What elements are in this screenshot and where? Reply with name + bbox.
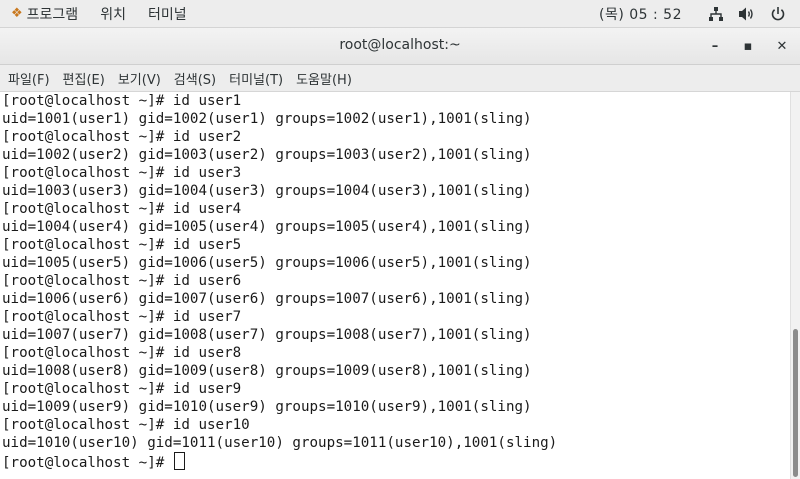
terminal-line: uid=1006(user6) gid=1007(user6) groups=1… <box>2 291 532 307</box>
terminal-line: [root@localhost ~]# id user9 <box>2 381 242 397</box>
terminal-line: uid=1003(user3) gid=1004(user3) groups=1… <box>2 183 532 199</box>
menu-terminal[interactable]: 터미널(T) <box>221 69 288 88</box>
terminal-line: uid=1010(user10) gid=1011(user10) groups… <box>2 435 558 451</box>
terminal-line: uid=1009(user9) gid=1010(user9) groups=1… <box>2 399 532 415</box>
menu-view[interactable]: 보기(V) <box>110 69 166 88</box>
terminal-menubar: 파일(F) 편집(E) 보기(V) 검색(S) 터미널(T) 도움말(H) <box>0 65 800 92</box>
menu-search[interactable]: 검색(S) <box>166 69 221 88</box>
terminal-line: [root@localhost ~]# id user4 <box>2 201 242 217</box>
window-titlebar[interactable]: root@localhost:~ – ▪ ✕ <box>0 28 800 65</box>
applications-menu[interactable]: ❖ 프로그램 <box>0 4 89 24</box>
terminal-line: [root@localhost ~]# id user7 <box>2 309 242 325</box>
places-menu[interactable]: 위치 <box>89 4 137 24</box>
menu-edit[interactable]: 편집(E) <box>55 69 110 88</box>
terminal-line: uid=1005(user5) gid=1006(user5) groups=1… <box>2 255 532 271</box>
terminal-line: [root@localhost ~]# id user2 <box>2 129 242 145</box>
terminal-line: uid=1004(user4) gid=1005(user4) groups=1… <box>2 219 532 235</box>
terminal-line: uid=1002(user2) gid=1003(user2) groups=1… <box>2 147 532 163</box>
terminal-line: uid=1008(user8) gid=1009(user8) groups=1… <box>2 363 532 379</box>
menu-help[interactable]: 도움말(H) <box>288 69 357 88</box>
system-top-bar: ❖ 프로그램 위치 터미널 (목) 05 : 52 <box>0 0 800 28</box>
applications-label: 프로그램 <box>26 6 79 23</box>
close-button[interactable]: ✕ <box>770 34 794 58</box>
prompt-line[interactable]: [root@localhost ~]# <box>0 452 790 471</box>
terminal-line: [root@localhost ~]# id user10 <box>2 417 250 433</box>
terminal-line: [root@localhost ~]# id user1 <box>2 93 242 109</box>
applications-icon: ❖ <box>11 6 23 21</box>
clock[interactable]: (목) 05 : 52 <box>599 4 682 24</box>
terminal-line: uid=1007(user7) gid=1008(user7) groups=1… <box>2 327 532 343</box>
terminal-scrollbar[interactable] <box>790 92 800 479</box>
minimize-button[interactable]: – <box>703 34 727 58</box>
power-icon[interactable] <box>770 6 786 22</box>
terminal-line: [root@localhost ~]# id user6 <box>2 273 242 289</box>
terminal-output[interactable]: [root@localhost ~]# id user1 uid=1001(us… <box>0 92 790 479</box>
terminal-line: uid=1001(user1) gid=1002(user1) groups=1… <box>2 111 532 127</box>
terminal-line: [root@localhost ~]# id user8 <box>2 345 242 361</box>
window-title: root@localhost:~ <box>339 37 461 53</box>
network-icon[interactable] <box>708 6 724 22</box>
volume-icon[interactable] <box>738 6 756 22</box>
terminal-line: [root@localhost ~]# id user5 <box>2 237 242 253</box>
terminal-app-menu[interactable]: 터미널 <box>137 4 198 24</box>
scrollbar-thumb[interactable] <box>793 329 798 477</box>
menu-file[interactable]: 파일(F) <box>0 69 55 88</box>
terminal-line: [root@localhost ~]# id user3 <box>2 165 242 181</box>
maximize-button[interactable]: ▪ <box>736 34 760 58</box>
shell-prompt: [root@localhost ~]# <box>2 455 173 471</box>
text-cursor <box>173 452 185 470</box>
